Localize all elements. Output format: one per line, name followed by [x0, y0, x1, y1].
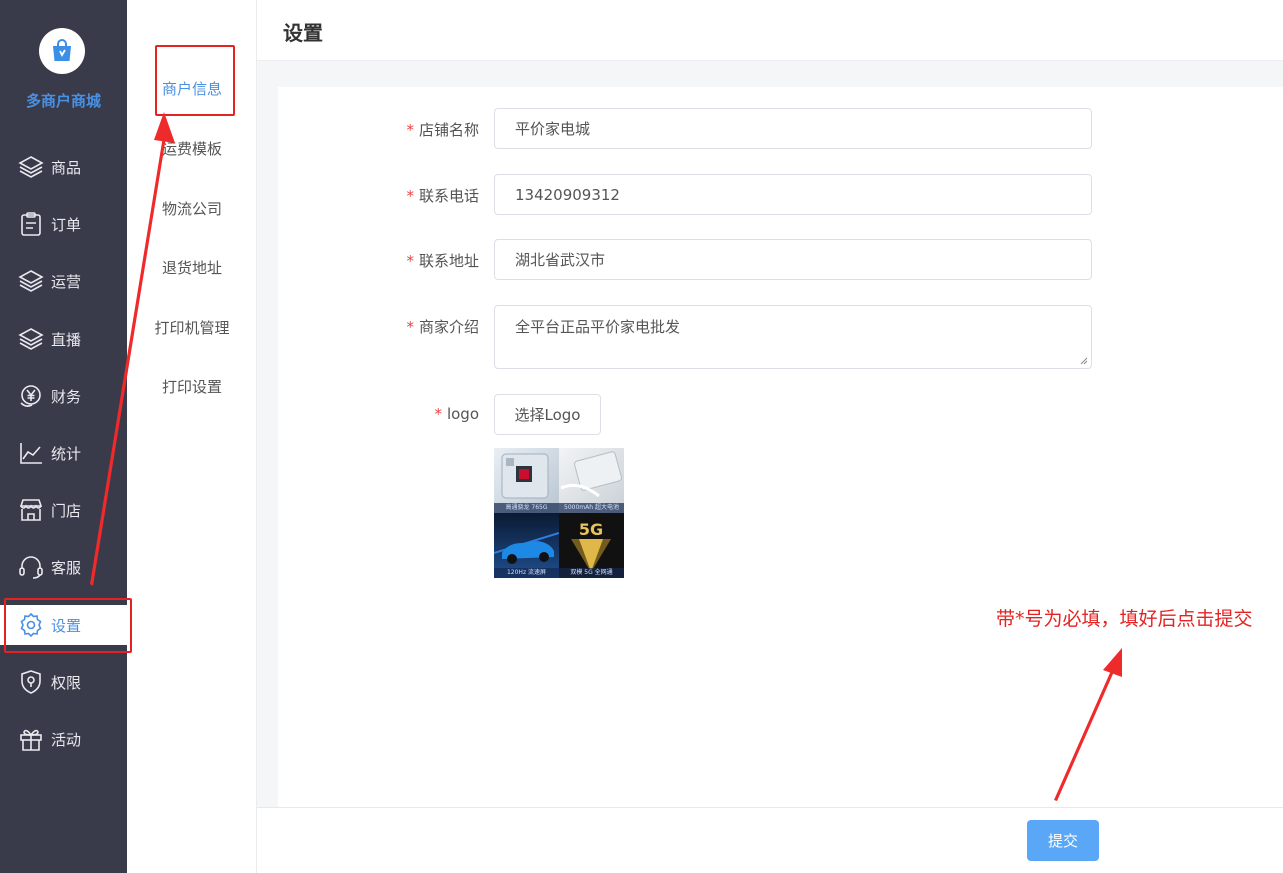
sidebar-item-activities[interactable]: 活动 — [0, 719, 127, 759]
sidebar-item-label: 运营 — [51, 272, 82, 291]
required-mark: * — [406, 121, 414, 139]
choose-logo-button[interactable]: 选择Logo — [494, 394, 601, 435]
logo-tile-battery: 5000mAh 超大电池 — [559, 448, 624, 513]
sidebar-item-label: 权限 — [51, 673, 82, 692]
required-mark: * — [406, 318, 414, 336]
sidebar-item-stores[interactable]: 门店 — [0, 490, 127, 530]
sidebar-item-label: 直播 — [51, 330, 82, 349]
address-label: * 联系地址 — [406, 252, 479, 270]
submit-button[interactable]: 提交 — [1027, 820, 1099, 861]
sidebar-item-operations[interactable]: 运营 — [0, 261, 127, 301]
headset-icon — [17, 553, 45, 581]
sidebar-item-goods[interactable]: 商品 — [0, 147, 127, 187]
sidebar-item-label: 客服 — [51, 558, 82, 577]
sidebar-item-label: 门店 — [51, 501, 82, 520]
submenu-item-return-address[interactable]: 退货地址 — [127, 257, 257, 278]
layers-icon — [17, 325, 45, 353]
annotation-highlight-merchant-info — [155, 45, 235, 116]
required-mark: * — [434, 405, 442, 423]
logo-tile-car: 120Hz 流速屏 — [494, 513, 559, 578]
sidebar-item-label: 商品 — [51, 158, 82, 177]
logo-tile-5g: 5G 双模 5G 全网通 — [559, 513, 624, 578]
line-chart-icon — [17, 439, 45, 467]
logo-tile-chip: 高通骁龙 765G — [494, 448, 559, 513]
sidebar-item-live[interactable]: 直播 — [0, 319, 127, 359]
submenu-item-shipping-template[interactable]: 运费模板 — [127, 138, 257, 159]
required-mark: * — [406, 252, 414, 270]
intro-label: * 商家介绍 — [406, 318, 479, 336]
main-sidebar: 多商户商城 商品 订单 运营 直播 财务 统计 门店 客服 设置 权限 活动 — [0, 0, 127, 873]
intro-textarea[interactable]: 全平台正品平价家电批发 — [494, 305, 1092, 369]
page-title: 设置 — [283, 21, 323, 45]
sidebar-item-label: 财务 — [51, 387, 82, 406]
sidebar-item-label: 活动 — [51, 730, 82, 749]
shop-name-input[interactable]: 平价家电城 — [494, 108, 1092, 149]
required-mark: * — [406, 187, 414, 205]
resize-grip-icon[interactable] — [1080, 357, 1088, 365]
shop-name-label: * 店铺名称 — [406, 121, 479, 139]
phone-input[interactable]: 13420909312 — [494, 174, 1092, 215]
brand-name: 多商户商城 — [25, 92, 101, 110]
layers-icon — [17, 153, 45, 181]
page-header: 设置 — [257, 0, 1283, 61]
logo-preview[interactable]: 高通骁龙 765G 5000mAh 超大电池 120Hz 流速屏 5G 双模 5… — [494, 448, 624, 578]
sidebar-item-label: 订单 — [51, 215, 82, 234]
yen-coin-icon — [17, 382, 45, 410]
settings-submenu: 商户信息 运费模板 物流公司 退货地址 打印机管理 打印设置 — [127, 0, 257, 873]
sidebar-item-statistics[interactable]: 统计 — [0, 433, 127, 473]
address-input[interactable]: 湖北省武汉市 — [494, 239, 1092, 280]
phone-label: * 联系电话 — [406, 187, 479, 205]
layers-icon — [17, 267, 45, 295]
sidebar-item-label: 统计 — [51, 444, 82, 463]
shopping-bag-icon — [53, 39, 71, 61]
annotation-highlight-settings — [4, 598, 132, 653]
sidebar-item-customer-service[interactable]: 客服 — [0, 547, 127, 587]
form-footer — [257, 807, 1283, 873]
annotation-note: 带*号为必填，填好后点击提交 — [996, 608, 1253, 630]
submenu-item-print-settings[interactable]: 打印设置 — [127, 376, 257, 397]
submenu-item-printer-management[interactable]: 打印机管理 — [127, 317, 257, 338]
logo-label: * logo — [434, 405, 479, 423]
svg-text:5G: 5G — [579, 520, 603, 539]
submenu-item-logistics-company[interactable]: 物流公司 — [127, 198, 257, 219]
app-logo[interactable] — [39, 28, 85, 74]
store-icon — [17, 496, 45, 524]
sidebar-item-permissions[interactable]: 权限 — [0, 662, 127, 702]
clipboard-icon — [17, 210, 45, 238]
sidebar-item-finance[interactable]: 财务 — [0, 376, 127, 416]
sidebar-item-orders[interactable]: 订单 — [0, 204, 127, 244]
shield-icon — [17, 668, 45, 696]
gift-icon — [17, 725, 45, 753]
